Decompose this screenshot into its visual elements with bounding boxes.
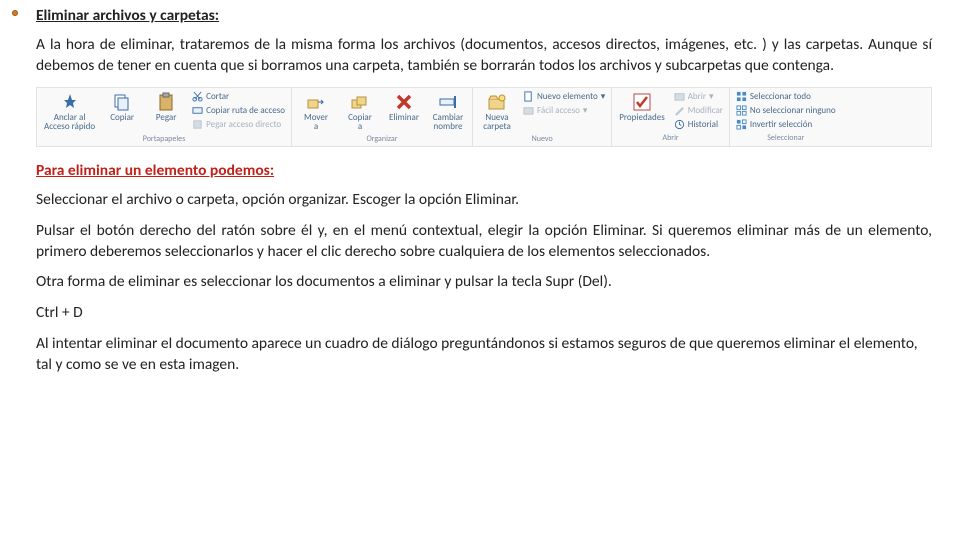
group-label: Seleccionar (734, 131, 838, 145)
label: Copiar (110, 113, 134, 122)
ribbon-group-abrir: Propiedades Abrir ▾ Modificar Historial … (612, 88, 730, 146)
easy-access-button[interactable]: Fácil acceso ▾ (521, 104, 607, 117)
paste-shortcut-button[interactable]: Pegar acceso directo (190, 118, 287, 131)
pin-quick-access-button[interactable]: Anclar al Acceso rápido (41, 90, 98, 132)
check-icon (632, 92, 652, 112)
ribbon-group-portapapeles: Anclar al Acceso rápido Copiar Pegar Cor… (37, 88, 292, 146)
copy-to-icon (350, 92, 370, 112)
label: Modificar (688, 105, 723, 116)
group-label: Portapapeles (41, 132, 287, 146)
pin-icon (60, 92, 80, 112)
label: Historial (688, 119, 718, 130)
paragraph-3: Otra forma de eliminar es seleccionar lo… (36, 272, 932, 293)
new-item-button[interactable]: Nuevo elemento ▾ (521, 90, 607, 103)
label: carpeta (483, 122, 511, 131)
label: a (314, 122, 318, 131)
shortcut-icon (192, 119, 203, 130)
new-folder-icon (487, 92, 507, 112)
paste-button[interactable]: Pegar (146, 90, 186, 122)
windows-explorer-ribbon: Anclar al Acceso rápido Copiar Pegar Cor… (36, 87, 932, 147)
rename-button[interactable]: Cambiar nombre (428, 90, 468, 132)
document-page: Eliminar archivos y carpetas: A la hora … (0, 0, 960, 396)
copy-icon (112, 92, 132, 112)
open-mini-stack: Abrir ▾ Modificar Historial (672, 90, 725, 131)
history-icon (674, 119, 685, 130)
invert-icon (736, 119, 747, 130)
label: Invertir selección (750, 119, 812, 130)
cut-button[interactable]: Cortar (190, 90, 287, 103)
copy-path-button[interactable]: Copiar ruta de acceso (190, 104, 287, 117)
edit-mini-button[interactable]: Modificar (672, 104, 725, 117)
open-icon (674, 91, 685, 102)
copy-button[interactable]: Copiar (102, 90, 142, 122)
ribbon-group-seleccionar: Seleccionar todo No seleccionar ninguno … (730, 88, 842, 146)
label: Pegar acceso directo (206, 119, 281, 130)
select-mini-stack: Seleccionar todo No seleccionar ninguno … (734, 90, 838, 131)
properties-button[interactable]: Propiedades (616, 90, 667, 122)
label: Seleccionar todo (750, 91, 811, 102)
label: Nuevo elemento (537, 91, 598, 102)
move-icon (306, 92, 326, 112)
clipboard-mini-stack: Cortar Copiar ruta de acceso Pegar acces… (190, 90, 287, 131)
label: Cortar (206, 91, 229, 102)
delete-button[interactable]: Eliminar (384, 90, 424, 122)
intro-paragraph: A la hora de eliminar, trataremos de la … (36, 35, 932, 77)
new-folder-button[interactable]: Nueva carpeta (477, 90, 517, 132)
edit-icon (674, 105, 685, 116)
path-icon (192, 105, 203, 116)
label: Eliminar (389, 113, 419, 122)
label: Copiar ruta de acceso (206, 105, 285, 116)
heading-sub: Para eliminar un elemento podemos: (36, 161, 932, 180)
move-to-button[interactable]: Mover a (296, 90, 336, 132)
label: Propiedades (619, 113, 664, 122)
label: No seleccionar ninguno (750, 105, 836, 116)
group-label: Organizar (296, 132, 468, 146)
paragraph-2: Pulsar el botón derecho del ratón sobre … (36, 221, 932, 263)
group-label: Nuevo (477, 132, 607, 146)
history-button[interactable]: Historial (672, 118, 725, 131)
paragraph-4: Ctrl + D (36, 303, 932, 324)
paragraph-5: Al intentar eliminar el documento aparec… (36, 334, 932, 376)
easy-access-icon (523, 105, 534, 116)
label: nombre (434, 122, 463, 131)
scissors-icon (192, 91, 203, 102)
new-mini-stack: Nuevo elemento ▾ Fácil acceso ▾ (521, 90, 607, 117)
select-none-button[interactable]: No seleccionar ninguno (734, 104, 838, 117)
label: Abrir (688, 91, 706, 102)
ribbon-group-organizar: Mover a Copiar a Eliminar Cambiar (292, 88, 473, 146)
paste-icon (156, 92, 176, 112)
label: Fácil acceso (537, 105, 580, 116)
label: a (358, 122, 362, 131)
invert-selection-button[interactable]: Invertir selección (734, 118, 838, 131)
list-bullet (12, 10, 18, 16)
open-mini-button[interactable]: Abrir ▾ (672, 90, 725, 103)
group-label: Abrir (616, 131, 725, 145)
label: Acceso rápido (44, 122, 95, 131)
ribbon-group-nuevo: Nueva carpeta Nuevo elemento ▾ Fácil acc… (473, 88, 612, 146)
heading-main: Eliminar archivos y carpetas: (36, 6, 932, 25)
rename-icon (438, 92, 458, 112)
select-none-icon (736, 105, 747, 116)
delete-x-icon (394, 92, 414, 112)
select-all-icon (736, 91, 747, 102)
new-item-icon (523, 91, 534, 102)
label: Pegar (156, 113, 176, 122)
select-all-button[interactable]: Seleccionar todo (734, 90, 838, 103)
copy-to-button[interactable]: Copiar a (340, 90, 380, 132)
paragraph-1: Seleccionar el archivo o carpeta, opción… (36, 190, 932, 211)
